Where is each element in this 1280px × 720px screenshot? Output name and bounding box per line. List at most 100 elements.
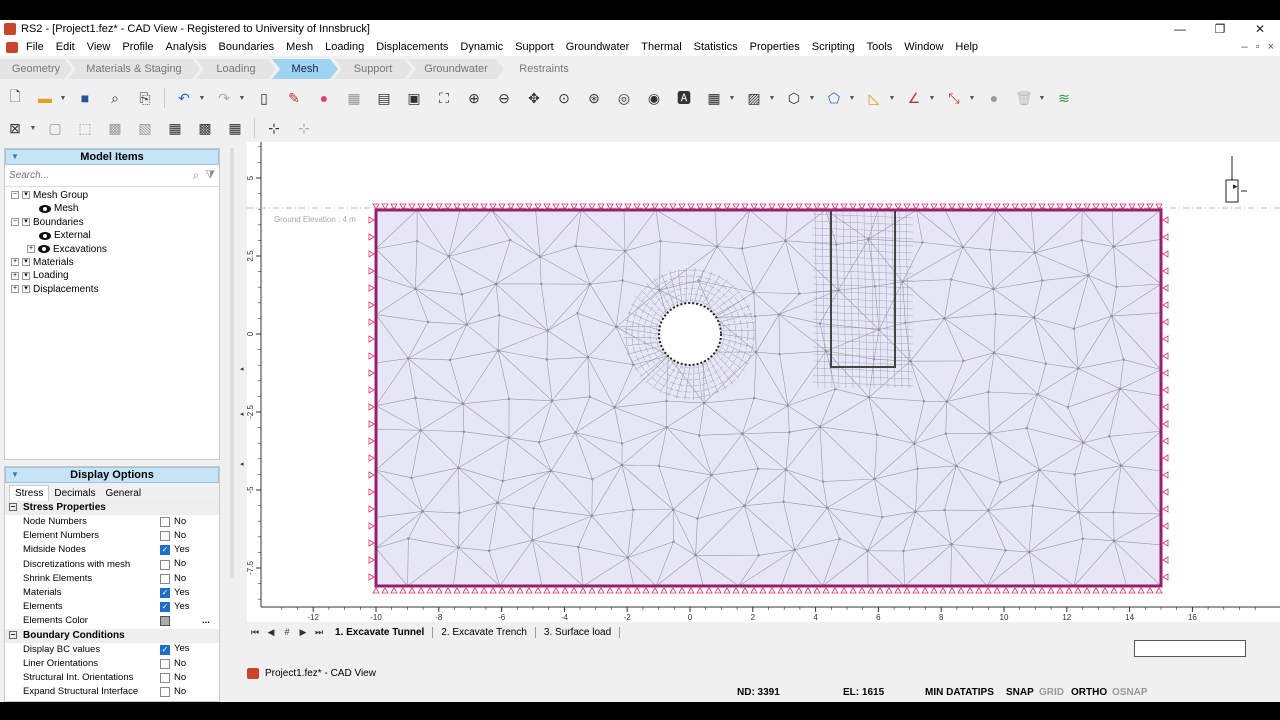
edit-icon[interactable]: ✎	[283, 87, 305, 109]
prev-stage-button[interactable]: ◀	[263, 627, 279, 638]
eye-icon[interactable]	[38, 244, 50, 253]
panel-scrollbar[interactable]	[230, 148, 234, 578]
new-file-icon[interactable]: 🗋	[4, 87, 26, 109]
menu-file[interactable]: File	[20, 41, 50, 53]
visibility-icon[interactable]: ▾	[22, 285, 30, 294]
refine-mesh-icon[interactable]: ▩	[194, 117, 216, 139]
zoom-previous-icon[interactable]: ◉	[643, 87, 665, 109]
stage-tab-3[interactable]: 3. Surface load	[536, 626, 621, 638]
menu-support[interactable]: Support	[509, 41, 560, 53]
open-folder-icon[interactable]: ▬	[34, 87, 56, 109]
cad-viewport[interactable]: Ground Elevation : 4 m -12 -10 -8 -6 -4 -2 0 2 4…	[246, 142, 1280, 622]
chevron-down-icon[interactable]: ▼	[767, 87, 777, 109]
close-button[interactable]: ✕	[1240, 22, 1280, 36]
expand-icon[interactable]: +	[11, 258, 19, 267]
tree-item-displacements[interactable]: + ▾ Displacements	[11, 283, 219, 296]
menu-mesh[interactable]: Mesh	[280, 41, 319, 53]
checkbox-checked[interactable]: ✓	[160, 545, 170, 556]
checkbox-checked[interactable]: ✓	[160, 644, 170, 655]
copy-icon[interactable]: ⎘	[134, 87, 156, 109]
zoom-out-icon[interactable]: ⊖	[493, 87, 515, 109]
book-icon[interactable]: ▯	[253, 87, 275, 109]
chevron-down-icon[interactable]: ▼	[197, 87, 207, 109]
visibility-icon[interactable]: ▾	[22, 218, 30, 227]
datatips-toggle[interactable]: MIN DATATIPS	[925, 687, 994, 698]
collapse-arrow-icon[interactable]: ▼	[11, 150, 19, 164]
snap-toggle[interactable]: SNAP	[1006, 687, 1034, 698]
expand-icon[interactable]: +	[11, 271, 19, 280]
model-items-header[interactable]: ▼ Model Items	[5, 149, 219, 165]
section-stress-properties[interactable]: − Stress Properties	[5, 501, 219, 515]
mdi-close-icon[interactable]: ×	[1268, 41, 1274, 53]
menu-edit[interactable]: Edit	[50, 41, 81, 53]
polygon-icon[interactable]: ⬠	[823, 87, 845, 109]
tree-item-mesh-group[interactable]: − ▾ Mesh Group	[11, 189, 219, 202]
search-input[interactable]	[9, 167, 193, 184]
color-picker-button[interactable]: ...	[202, 614, 210, 628]
tree-item-excavations[interactable]: + Excavations	[11, 243, 219, 256]
menu-view[interactable]: View	[81, 41, 117, 53]
chevron-down-icon[interactable]: ▼	[1037, 87, 1047, 109]
visibility-icon[interactable]: ▾	[22, 191, 30, 200]
grid-toggle[interactable]: GRID	[1039, 687, 1064, 698]
tab-stress[interactable]: Stress	[9, 485, 50, 501]
eye-icon[interactable]	[39, 204, 51, 213]
minimize-button[interactable]: —	[1160, 22, 1200, 36]
filter-icon[interactable]: ⧩	[205, 169, 215, 182]
color-wheel-icon[interactable]: ●	[313, 87, 335, 109]
sphere-icon[interactable]: ●	[983, 87, 1005, 109]
menu-displacements[interactable]: Displacements	[370, 41, 454, 53]
collapse-arrow-icon[interactable]: ▼	[11, 468, 19, 482]
screenshot-icon[interactable]: ▣	[403, 87, 425, 109]
collapse-icon[interactable]: −	[9, 503, 17, 512]
stage-tab-2[interactable]: 2. Excavate Trench	[433, 626, 536, 638]
mdi-minimize-icon[interactable]: –	[1242, 41, 1248, 53]
table-icon[interactable]: ▦	[343, 87, 365, 109]
zoom-excavation-icon[interactable]: ◎	[613, 87, 635, 109]
tunnel-excavation[interactable]	[658, 302, 722, 366]
menu-dynamic[interactable]: Dynamic	[454, 41, 509, 53]
menu-help[interactable]: Help	[949, 41, 984, 53]
collapse-icon[interactable]: −	[11, 218, 19, 227]
tree-item-materials[interactable]: + ▾ Materials	[11, 256, 219, 269]
search-icon[interactable]: ⌕	[192, 168, 199, 183]
zoom-extents-icon[interactable]: ⛶	[433, 87, 455, 109]
ortho-toggle[interactable]: ORTHO	[1071, 687, 1107, 698]
checkbox-checked[interactable]: ✓	[160, 602, 170, 613]
custom-mesh-icon[interactable]: ▧	[134, 117, 156, 139]
menu-groundwater[interactable]: Groundwater	[560, 41, 636, 53]
stage-number-button[interactable]: #	[279, 627, 295, 637]
chevron-down-icon[interactable]: ▼	[58, 87, 68, 109]
chevron-down-icon[interactable]: ▼	[967, 87, 977, 109]
color-swatch[interactable]	[160, 616, 170, 627]
dimension-icon[interactable]: ⤡	[943, 87, 965, 109]
menu-statistics[interactable]: Statistics	[688, 41, 744, 53]
tree-item-mesh[interactable]: Mesh	[11, 202, 219, 215]
tab-geometry[interactable]: Geometry	[0, 59, 72, 79]
mesh-icon[interactable]: ⬚	[74, 117, 96, 139]
delete-icon[interactable]: 🗑	[1013, 87, 1035, 109]
checkbox-checked[interactable]: ✓	[160, 587, 170, 598]
print-preview-icon[interactable]: ⌕	[104, 87, 126, 109]
zoom-in-icon[interactable]: ⊕	[463, 87, 485, 109]
menu-properties[interactable]: Properties	[744, 41, 806, 53]
menu-tools[interactable]: Tools	[861, 41, 899, 53]
document-menu-icon[interactable]	[6, 41, 18, 53]
panel-splitter[interactable]: ◂ ◂ ◂	[240, 365, 244, 485]
mdi-restore-icon[interactable]: ▫	[1256, 41, 1260, 53]
tab-loading[interactable]: Loading	[196, 59, 276, 79]
checkbox[interactable]	[160, 672, 170, 683]
section-boundary-conditions[interactable]: − Boundary Conditions	[5, 628, 219, 643]
menu-analysis[interactable]: Analysis	[160, 41, 213, 53]
chevron-down-icon[interactable]: ▼	[807, 87, 817, 109]
first-stage-button[interactable]: ⏮	[247, 627, 263, 638]
tab-decimals[interactable]: Decimals	[49, 486, 100, 501]
auto-mesh-icon[interactable]: ▩	[104, 117, 126, 139]
tree-item-loading[interactable]: + ▾ Loading	[11, 269, 219, 282]
menu-window[interactable]: Window	[898, 41, 949, 53]
undo-icon[interactable]: ↶	[173, 87, 195, 109]
chevron-down-icon[interactable]: ▼	[727, 87, 737, 109]
redo-icon[interactable]: ↷	[213, 87, 235, 109]
collapse-icon[interactable]: −	[11, 191, 19, 200]
element-grid-icon[interactable]: ▦	[224, 117, 246, 139]
